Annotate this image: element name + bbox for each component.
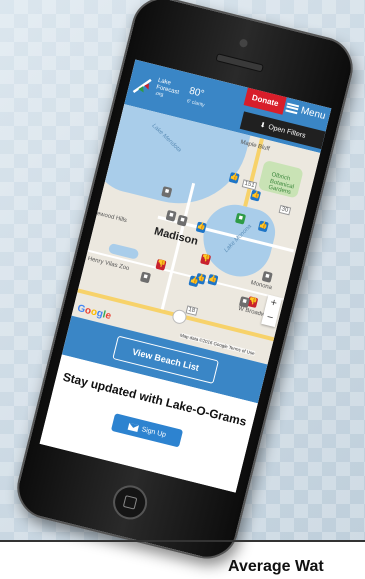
menu-label: Menu [299,104,327,122]
beach-marker-good[interactable]: 👍 [188,275,200,288]
sign-up-button[interactable]: Sign Up [110,413,184,448]
beach-marker-unknown[interactable]: ■ [261,270,273,283]
caption-text: Average Wat [228,558,324,575]
beach-marker-good[interactable]: 👍 [228,171,240,184]
speaker-grille [215,53,264,73]
shorewood-label: ewood Hills [96,210,128,225]
temperature: 80° [188,85,206,100]
divider-line [0,540,365,542]
donate-button[interactable]: Donate [243,85,288,115]
arrow-down-icon: ⬇ [258,121,267,130]
camera-icon [238,38,249,49]
beach-marker-good[interactable]: 👍 [249,189,262,202]
route-18-label: 18 [185,305,198,316]
home-button[interactable] [109,481,151,523]
beach-marker-unknown[interactable]: ■ [139,271,152,284]
logo-text[interactable]: Lake Forecast .org [154,78,181,103]
zoom-control: + − [261,294,283,328]
hamburger-icon [285,102,300,114]
logo-icon[interactable] [131,74,155,98]
zoom-out-button[interactable]: − [261,309,278,327]
menu-button[interactable]: Menu [284,98,327,125]
mail-icon [127,422,139,432]
olbrich-label: Olbrich Botanical Gardens [267,171,295,196]
route-30-label: 30 [278,204,291,216]
sign-up-label: Sign Up [140,425,167,439]
route-151-label: 151 [241,179,258,191]
open-filters-label: Open Filters [267,123,307,140]
beach-marker-bad[interactable]: 👎 [200,253,212,266]
